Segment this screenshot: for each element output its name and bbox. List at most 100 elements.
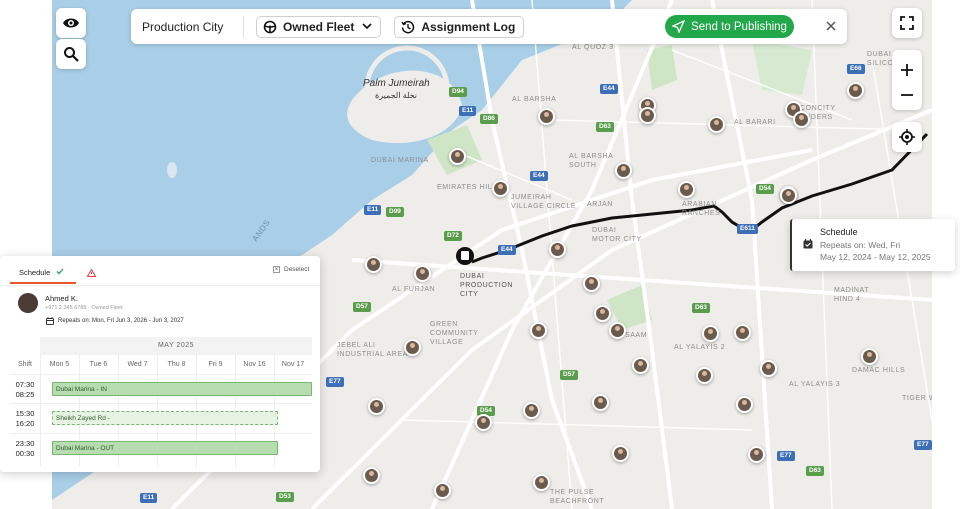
crosshair-icon [899,129,915,145]
road-badge: D63 [806,466,824,476]
shift-bar[interactable]: Sheikh Zayed Rd - [52,411,278,425]
driver-avatar[interactable] [594,305,611,322]
zoom-controls [892,50,922,110]
driver-avatar[interactable] [449,148,466,165]
driver-avatar[interactable] [368,398,385,415]
fleet-dropdown[interactable]: Owned Fleet [256,15,382,38]
driver-avatar[interactable] [861,348,878,365]
road-badge: E44 [530,171,548,181]
driver-avatar[interactable] [702,325,719,342]
month-header: MAY 2025 [40,337,312,355]
shift-end-time: 00:30 [15,449,35,458]
deselect-button[interactable]: × Deselect [273,266,309,273]
driver-avatar[interactable] [538,108,555,125]
search-icon [64,47,79,62]
chevron-down-icon [362,23,372,30]
deselect-icon: × [273,266,280,273]
driver-avatar[interactable] [404,339,421,356]
close-icon[interactable] [824,19,838,33]
driver-avatar[interactable] [847,82,864,99]
driver-avatar[interactable] [475,414,492,431]
shift-bar[interactable]: Dubai Marina - OUT [52,441,278,455]
steering-wheel-icon [263,20,277,33]
assignment-log-button[interactable]: Assignment Log [394,15,525,38]
map-label-emirates-hill: EMIRATES HILL [437,184,497,191]
fleet-label: Owned Fleet [283,19,355,34]
day-header: Nov 16 [243,361,266,368]
road-badge: E11 [459,106,477,116]
map-label-motor-city: DUBAI MOTOR CITY [592,227,642,243]
map-label-dubai-marina: DUBAI MARINA [371,157,429,164]
driver-avatar[interactable] [780,187,797,204]
map-label-pulse: THE PULSE BEACHFRONT [550,489,605,505]
driver-avatar[interactable] [533,474,550,491]
road-badge: D94 [449,87,467,97]
publish-label: Send to Publishing [691,20,787,33]
driver-avatar[interactable] [760,360,777,377]
map-label-green-community: GREEN COMMUNITY VILLAGE [430,321,479,346]
driver-avatar[interactable] [793,111,810,128]
map-label-jvc: JUMEIRAH VILLAGE CIRCLE [511,194,577,210]
driver-avatar[interactable] [736,396,753,413]
driver-avatar[interactable] [365,256,382,273]
schedule-panel: Schedule × Deselect Ahmed K. +971 2 345 … [0,256,320,472]
tab-schedule[interactable]: Schedule [10,262,76,284]
driver-avatar[interactable] [615,162,632,179]
driver-avatar[interactable] [434,482,451,499]
fullscreen-button[interactable] [892,8,922,38]
driver-avatar[interactable] [609,322,626,339]
driver-name: Ahmed K. [45,294,78,303]
zoom-out-icon[interactable] [900,93,914,97]
driver-avatar[interactable] [530,322,547,339]
driver-avatar[interactable] [734,324,751,341]
map-label-palm: Palm Jumeirah [363,78,430,89]
driver-avatar[interactable] [639,107,656,124]
driver-avatar[interactable] [583,275,600,292]
day-header: Tue 6 [89,361,108,368]
visibility-button[interactable] [56,8,86,38]
map-label-palm-ar: نخلة الجميرة [375,91,418,100]
road-badge: E77 [777,451,795,461]
road-badge: E77 [914,440,932,450]
road-badge: D63 [692,303,710,313]
driver-avatar[interactable] [678,181,695,198]
driver-meta: +971 2 345 6789 · Owned Fleet [45,305,123,311]
driver-avatar[interactable] [632,357,649,374]
shift-end-time: 08:25 [15,390,35,399]
road-badge: E11 [140,493,158,503]
map-label-production-city: DUBAI PRODUCTION CITY [460,273,514,298]
driver-avatar[interactable] [592,394,609,411]
calendar-check-icon [803,239,813,249]
day-header: Fri 9 [208,361,223,368]
locate-button[interactable] [892,122,922,152]
warning-icon[interactable] [87,269,96,277]
driver-avatar[interactable] [696,367,713,384]
day-header: Nov 17 [281,361,305,368]
search-button[interactable] [56,39,86,69]
driver-avatar[interactable] [363,467,380,484]
day-header-row: Shift Mon 5 Tue 6 Wed 7 Thu 8 Fri 9 Nov … [10,355,312,375]
app-frame: Palm Jumeirah نخلة الجميرة AL QUOZ 3 AL … [0,0,960,509]
shift-end-time: 16:20 [15,419,35,428]
driver-avatar[interactable] [523,402,540,419]
road-badge: D53 [276,492,294,502]
map-label-al-yalayis-3: AL YALAYIS 3 [789,381,841,388]
popover-repeats: Repeats on: Wed, Fri [820,240,901,250]
road-badge: E77 [326,377,344,387]
road-badge: E611 [737,224,758,234]
shift-bar[interactable]: Dubai Marina - IN [52,382,312,396]
driver-avatar[interactable] [708,116,725,133]
driver-avatar[interactable] [549,241,566,258]
road-badge: D54 [756,184,774,194]
schedule-popover[interactable]: Schedule Repeats on: Wed, Fri May 12, 20… [790,219,955,271]
map-label-al-quoz: AL QUOZ 3 [572,44,614,51]
driver-avatar[interactable] [748,446,765,463]
tab-schedule-label: Schedule [19,268,51,277]
day-header: Wed 7 [127,361,148,368]
road-badge: E11 [364,205,382,215]
driver-avatar[interactable] [492,180,509,197]
driver-avatar[interactable] [414,265,431,282]
zoom-in-icon[interactable] [900,63,914,77]
send-to-publishing-button[interactable]: Send to Publishing [665,15,794,38]
driver-avatar[interactable] [612,445,629,462]
